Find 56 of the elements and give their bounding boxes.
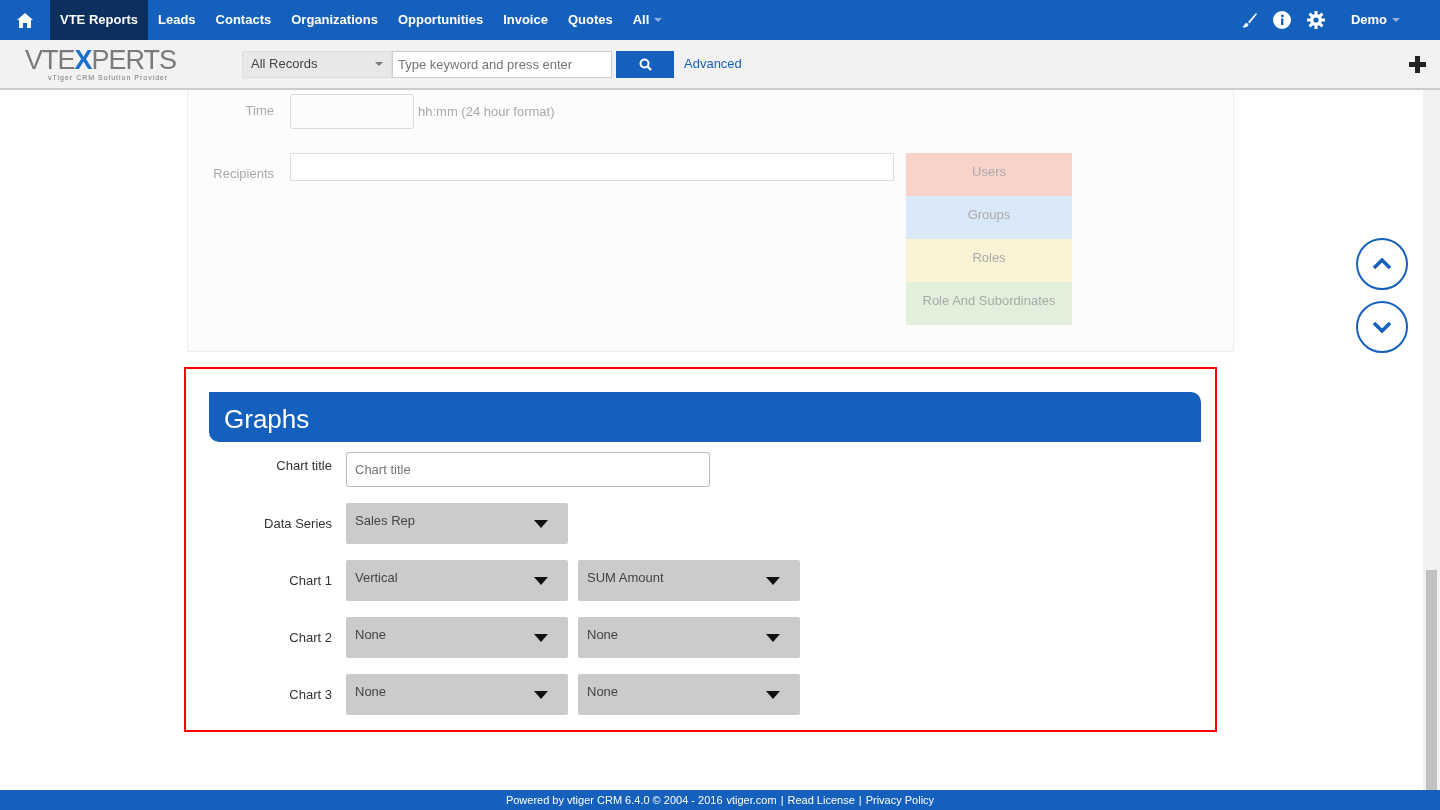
nav-tab[interactable]: Leads — [148, 0, 206, 40]
home-icon[interactable] — [17, 12, 33, 28]
nav-tab[interactable]: Organizations — [281, 0, 388, 40]
caret-icon — [534, 634, 548, 642]
select-dropdown[interactable]: None — [346, 674, 568, 715]
nav-tab[interactable]: Quotes — [557, 0, 623, 40]
field-label: Chart title — [275, 456, 333, 475]
separator-text: | — [780, 792, 784, 808]
field-label: Recipients — [212, 164, 275, 183]
nav-tab[interactable]: Invoice — [493, 0, 558, 40]
caret-icon — [766, 634, 780, 642]
select-dropdown[interactable]: None — [578, 617, 800, 658]
scope-dropdown[interactable]: All Records — [242, 50, 392, 78]
footer-text: Powered by vtiger CRM 6.4.0 © 2004 - 2016 — [505, 792, 723, 808]
info-icon[interactable] — [1272, 11, 1291, 29]
search-button[interactable] — [616, 50, 674, 78]
field-label: Chart 2 — [288, 628, 333, 647]
chevron-down-icon — [1372, 321, 1392, 333]
select-dropdown[interactable]: SUM Amount — [578, 560, 800, 601]
nav-menu[interactable]: All — [622, 0, 673, 40]
select-dropdown[interactable]: None — [578, 674, 800, 715]
field-label: Time — [244, 102, 275, 120]
field-label: Chart 1 — [288, 571, 333, 590]
field-label: Chart 3 — [288, 685, 333, 704]
select-dropdown[interactable]: Vertical — [346, 560, 568, 601]
select-dropdown[interactable]: None — [346, 617, 568, 658]
caret-icon — [766, 577, 780, 585]
footer-link[interactable]: vtiger.com — [726, 791, 777, 809]
footer-link[interactable]: Read License — [787, 791, 855, 809]
add-icon[interactable] — [1409, 55, 1426, 73]
caret-icon — [534, 520, 548, 528]
user-menu[interactable]: Demo — [1340, 0, 1410, 40]
scroll-up-button[interactable] — [1356, 238, 1408, 290]
recipients-field[interactable] — [290, 153, 894, 181]
paintbrush-icon[interactable] — [1240, 12, 1257, 28]
chart-title-field[interactable]: Chart title — [346, 452, 710, 487]
nav-tab[interactable]: Contacts — [205, 0, 282, 40]
caret-icon — [766, 691, 780, 699]
hint-text: hh:mm (24 hour format) — [418, 102, 555, 121]
field-label: Data Series — [263, 514, 333, 533]
caret-icon — [534, 577, 548, 585]
advanced-link[interactable]: Advanced — [684, 54, 742, 74]
caret-icon — [534, 691, 548, 699]
search-field[interactable]: Type keyword and press enter — [392, 50, 612, 78]
settings-icon[interactable] — [1306, 11, 1325, 29]
section-header: Graphs — [209, 392, 1201, 442]
nav-tab[interactable]: Opportunities — [387, 0, 494, 40]
scroll-down-button[interactable] — [1356, 301, 1408, 353]
chevron-up-icon — [1372, 258, 1392, 270]
nav-tab[interactable]: VTE Reports — [50, 0, 148, 40]
separator-text: | — [858, 792, 862, 808]
footer-link[interactable]: Privacy Policy — [865, 791, 935, 809]
select-dropdown[interactable]: Sales Rep — [346, 503, 568, 544]
scrollbar[interactable] — [1423, 90, 1440, 790]
time-field[interactable] — [290, 94, 414, 129]
search-icon — [638, 57, 652, 71]
